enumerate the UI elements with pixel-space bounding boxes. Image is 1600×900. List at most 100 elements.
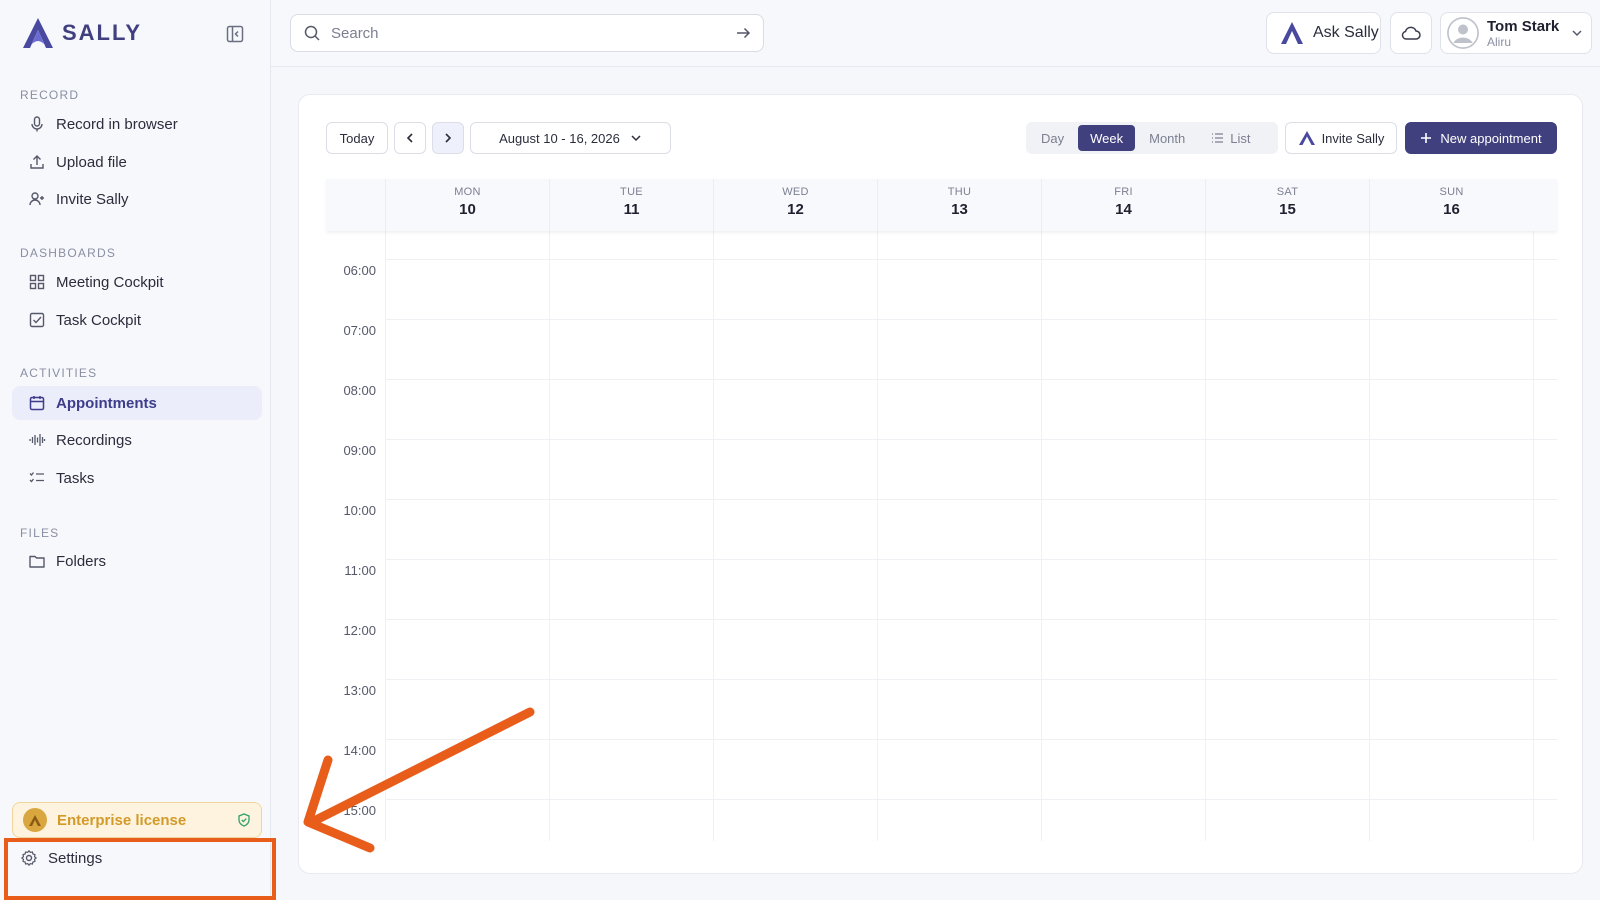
enterprise-license-badge[interactable]: Enterprise license [12, 802, 262, 838]
list-icon [1212, 133, 1224, 143]
day-header-tue[interactable]: TUE 11 [549, 179, 713, 231]
day-number: 16 [1443, 201, 1460, 218]
search-icon [304, 25, 320, 41]
sidebar-item-label: Folders [56, 552, 107, 570]
sally-logo-icon [1298, 131, 1315, 145]
arrow-right-icon[interactable] [735, 25, 751, 41]
settings-button[interactable]: Settings [20, 849, 102, 867]
microphone-icon [31, 116, 43, 132]
cloud-sync-button[interactable] [1390, 12, 1432, 54]
checklist-icon [29, 472, 44, 483]
day-header-thu[interactable]: THU 13 [877, 179, 1041, 231]
sally-logo-icon [23, 18, 53, 48]
sidebar-item-task-cockpit[interactable]: Task Cockpit [12, 303, 262, 337]
search-input[interactable] [331, 24, 725, 42]
view-week-tab[interactable]: Week [1078, 125, 1136, 151]
time-label: 09:00 [343, 443, 376, 458]
invite-sally-button[interactable]: Invite Sally [1285, 122, 1397, 154]
calendar-card: Today August 10 - 16, 2026 Day Week Mont… [298, 94, 1583, 874]
view-list-label: List [1230, 130, 1251, 146]
previous-week-button[interactable] [394, 122, 426, 154]
column-divider [549, 231, 550, 841]
sidebar-item-record-in-browser[interactable]: Record in browser [12, 107, 262, 141]
column-divider [385, 231, 386, 841]
sidebar-item-tasks[interactable]: Tasks [12, 461, 262, 495]
day-name: MON [454, 186, 481, 198]
grid-icon [29, 274, 45, 290]
topbar: Ask Sally Tom Stark Aliru [271, 0, 1600, 67]
sidebar-item-label: Task Cockpit [56, 311, 142, 329]
day-header-mon[interactable]: MON 10 [385, 179, 549, 231]
sidebar-item-label: Invite Sally [56, 190, 129, 208]
calendar-icon [29, 396, 45, 411]
day-number: 12 [787, 201, 804, 218]
section-label-activities: ACTIVITIES [20, 366, 98, 380]
column-divider [1041, 231, 1042, 841]
time-label: 08:00 [343, 383, 376, 398]
view-day-tab[interactable]: Day [1029, 125, 1076, 151]
collapse-sidebar-icon[interactable] [226, 25, 244, 43]
sidebar-item-meeting-cockpit[interactable]: Meeting Cockpit [12, 265, 262, 299]
chevron-right-icon [445, 133, 452, 143]
day-name: FRI [1114, 186, 1133, 198]
next-week-button[interactable] [432, 122, 464, 154]
section-label-record: RECORD [20, 88, 80, 102]
sidebar-item-invite-sally[interactable]: Invite Sally [12, 182, 262, 216]
sidebar-item-appointments[interactable]: Appointments [12, 386, 262, 420]
day-header-sat[interactable]: SAT 15 [1205, 179, 1369, 231]
view-list-tab[interactable]: List [1199, 125, 1262, 151]
sidebar-item-label: Recordings [56, 431, 132, 449]
shield-check-icon [238, 813, 250, 827]
day-header-wed[interactable]: WED 12 [713, 179, 877, 231]
column-divider [1205, 231, 1206, 841]
date-range-picker[interactable]: August 10 - 16, 2026 [470, 122, 671, 154]
sidebar-item-recordings[interactable]: Recordings [12, 423, 262, 457]
search-bar[interactable] [290, 14, 764, 52]
upload-icon [30, 155, 44, 169]
column-divider [877, 231, 878, 841]
sidebar-item-folders[interactable]: Folders [12, 544, 262, 578]
view-month-tab[interactable]: Month [1137, 125, 1197, 151]
settings-label: Settings [48, 849, 103, 867]
hour-line [385, 499, 1557, 500]
column-divider [713, 231, 714, 841]
folder-icon [29, 555, 45, 568]
sidebar-item-label: Tasks [56, 469, 95, 487]
hour-line [385, 739, 1557, 740]
logo[interactable]: SALLY [20, 16, 142, 50]
day-header-sun[interactable]: SUN 16 [1369, 179, 1533, 231]
audio-wave-icon [29, 434, 46, 446]
today-button[interactable]: Today [326, 122, 388, 154]
view-switcher: Day Week Month List [1026, 122, 1278, 154]
hour-line [385, 439, 1557, 440]
sidebar-item-upload-file[interactable]: Upload file [12, 145, 262, 179]
sidebar-item-label: Meeting Cockpit [56, 273, 164, 291]
chevron-down-icon [631, 135, 641, 142]
user-menu[interactable]: Tom Stark Aliru [1440, 12, 1592, 54]
invite-sally-label: Invite Sally [1321, 130, 1385, 146]
day-number: 10 [459, 201, 476, 218]
chevron-left-icon [406, 133, 413, 143]
sidebar-item-label: Appointments [56, 394, 157, 412]
day-header-fri[interactable]: FRI 14 [1041, 179, 1205, 231]
license-label: Enterprise license [57, 811, 187, 829]
time-label: 07:00 [343, 323, 376, 338]
time-label: 15:00 [343, 803, 376, 818]
time-label: 10:00 [343, 503, 376, 518]
day-name: SAT [1276, 186, 1299, 198]
time-label: 12:00 [343, 623, 376, 638]
new-appointment-button[interactable]: New appointment [1405, 122, 1557, 154]
day-number: 11 [623, 201, 640, 218]
week-calendar-grid: MON 10 TUE 11 WED 12 THU 13 FRI 14 SAT 1… [326, 179, 1557, 841]
ask-sally-button[interactable]: Ask Sally [1266, 12, 1381, 54]
day-name: THU [947, 186, 972, 198]
time-label: 13:00 [343, 683, 376, 698]
time-label: 14:00 [343, 743, 376, 758]
section-label-dashboards: DASHBOARDS [20, 246, 117, 260]
hour-line [385, 319, 1557, 320]
day-number: 15 [1279, 201, 1296, 218]
logo-text: SALLY [62, 20, 143, 45]
column-divider [1369, 231, 1370, 841]
checkbox-icon [29, 312, 45, 328]
cloud-icon [1401, 26, 1421, 40]
